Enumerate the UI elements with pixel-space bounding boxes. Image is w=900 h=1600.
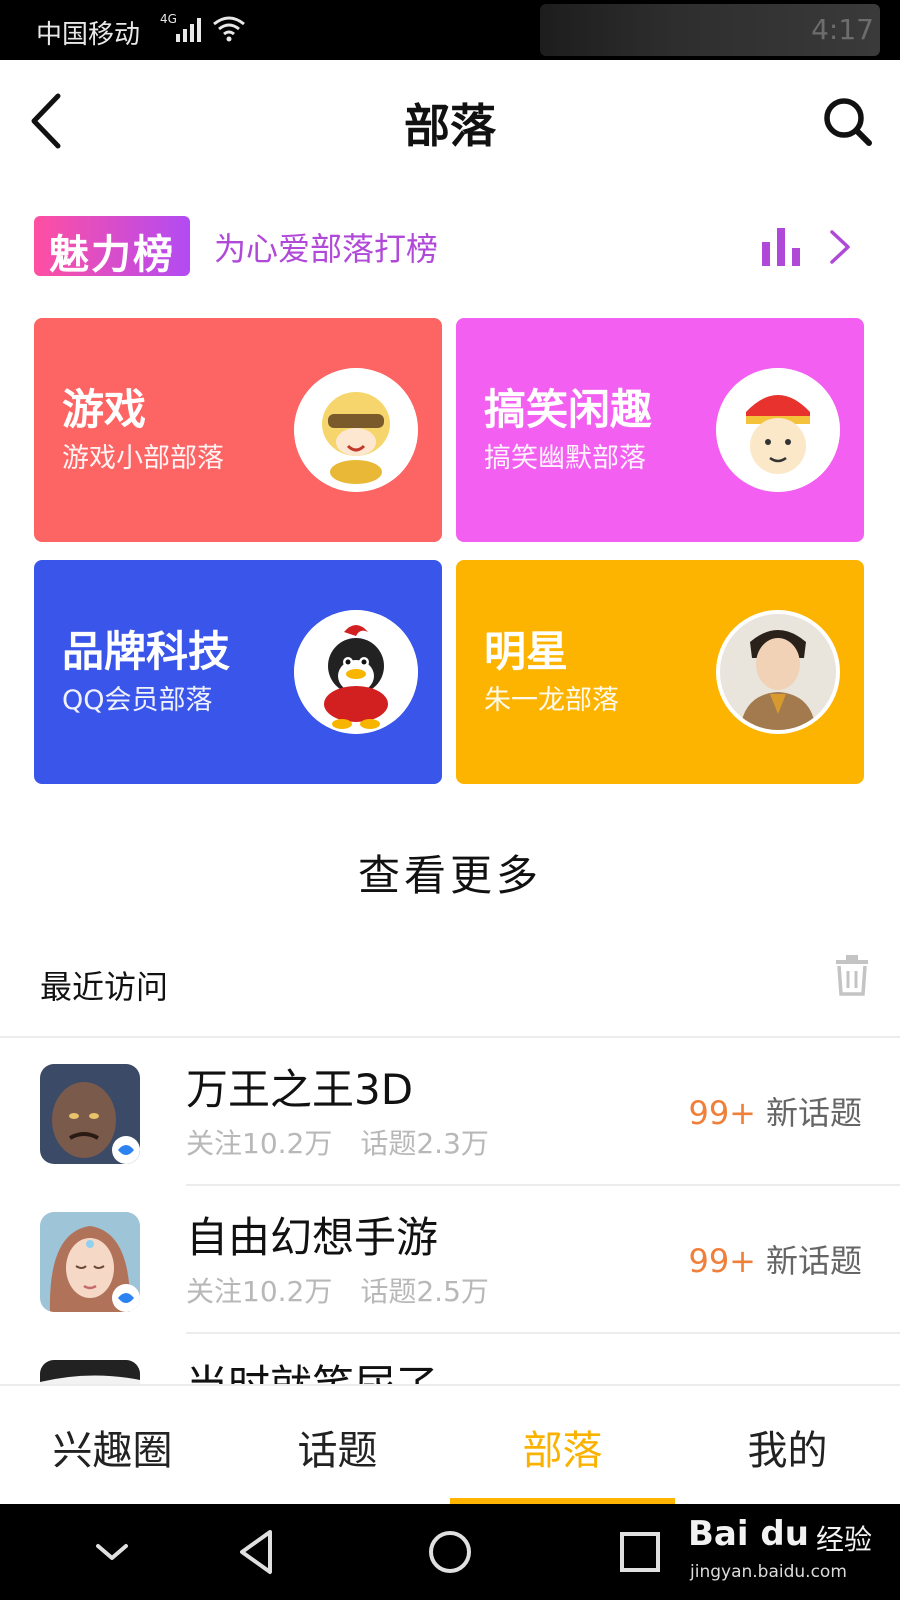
bar-chart-icon <box>762 228 800 266</box>
qq-penguin-avatar <box>294 610 418 734</box>
view-more-button[interactable]: 查看更多 <box>0 842 900 903</box>
new-topics-count: 99+ <box>688 1094 756 1132</box>
page-title: 部落 <box>404 99 496 153</box>
game-thumbnail <box>40 1212 140 1312</box>
network-type: 4G <box>160 12 177 26</box>
tab-tribes[interactable]: 部落 <box>450 1386 675 1510</box>
recents-square-icon[interactable] <box>612 1526 668 1578</box>
new-topics-text: 新话题 <box>765 1094 862 1132</box>
new-topics-text: 新话题 <box>765 1242 862 1280</box>
category-subtitle: 游戏小部部落 <box>62 443 224 474</box>
chevron-down-icon[interactable] <box>84 1526 140 1578</box>
category-title: 明星 <box>484 627 569 676</box>
signal-icon <box>176 16 206 42</box>
item-followers: 关注10.2万 <box>186 1127 333 1160</box>
tab-label: 话题 <box>297 1428 378 1474</box>
category-card-games[interactable]: 游戏 游戏小部部落 <box>34 318 442 542</box>
tab-topics[interactable]: 话题 <box>225 1386 450 1504</box>
new-topics-count: 99+ <box>688 1242 756 1280</box>
tab-label: 部落 <box>522 1428 603 1474</box>
charm-rank-banner[interactable]: 魅力榜 为心爱部落打榜 <box>0 200 900 290</box>
recent-visits-label: 最近访问 <box>40 968 169 1006</box>
anime-girl-avatar <box>294 368 418 492</box>
category-card-celebrity[interactable]: 明星 朱一龙部落 <box>456 560 864 784</box>
celebrity-avatar <box>716 610 840 734</box>
category-title: 品牌科技 <box>62 627 231 676</box>
item-name: 万王之王3D <box>186 1065 414 1114</box>
item-stats: 关注10.2万 话题2.3万 <box>186 1122 489 1162</box>
item-stats: 关注10.2万 话题2.5万 <box>186 1270 489 1310</box>
status-bar: 中国移动 4G 4:17 <box>0 0 900 60</box>
category-subtitle: 搞笑幽默部落 <box>484 443 646 474</box>
chevron-right-icon <box>830 230 850 264</box>
charm-rank-slogan: 为心爱部落打榜 <box>214 230 439 268</box>
trash-icon[interactable] <box>834 954 870 996</box>
baidu-jingyan-watermark: Bai du 经验 jingyan.baidu.com <box>688 1514 888 1594</box>
charm-rank-logo: 魅力榜 <box>34 216 190 278</box>
list-item[interactable]: 万王之王3D 关注10.2万 话题2.3万 99+ 新话题 <box>0 1038 900 1186</box>
watermark-suffix: 经验 <box>816 1523 873 1556</box>
category-subtitle: 朱一龙部落 <box>484 685 619 716</box>
list-item[interactable]: 自由幻想手游 关注10.2万 话题2.5万 99+ 新话题 <box>0 1186 900 1334</box>
category-card-funny[interactable]: 搞笑闲趣 搞笑幽默部落 <box>456 318 864 542</box>
funny-face-avatar <box>716 368 840 492</box>
game-thumbnail <box>40 1064 140 1164</box>
wifi-icon <box>213 16 245 42</box>
home-circle-icon[interactable] <box>422 1526 478 1578</box>
item-topics: 话题2.3万 <box>360 1127 489 1160</box>
bottom-tab-bar: 兴趣圈 话题 部落 我的 <box>0 1384 900 1510</box>
search-icon[interactable] <box>820 94 874 148</box>
system-nav-bar: Bai du 经验 jingyan.baidu.com <box>0 1504 900 1600</box>
category-card-tech[interactable]: 品牌科技 QQ会员部落 <box>34 560 442 784</box>
tab-mine[interactable]: 我的 <box>675 1386 900 1504</box>
tab-interest-circle[interactable]: 兴趣圈 <box>0 1386 225 1504</box>
carrier-name: 中国移动 <box>36 20 141 50</box>
clock: 4:17 <box>811 13 874 46</box>
charm-rank-logo-text: 魅力榜 <box>49 232 175 278</box>
item-name: 自由幻想手游 <box>186 1213 439 1262</box>
category-title: 游戏 <box>62 385 147 434</box>
tab-label: 兴趣圈 <box>52 1428 173 1474</box>
back-triangle-icon[interactable] <box>230 1526 286 1578</box>
category-subtitle: QQ会员部落 <box>62 685 213 716</box>
item-followers: 关注10.2万 <box>186 1275 333 1308</box>
watermark-brand: Bai du <box>688 1514 809 1554</box>
item-topics: 话题2.5万 <box>360 1275 489 1308</box>
new-topics-badge: 99+ 新话题 <box>688 1236 862 1282</box>
header: 部落 <box>0 60 900 184</box>
new-topics-badge: 99+ 新话题 <box>688 1088 862 1134</box>
tab-label: 我的 <box>747 1428 828 1474</box>
category-title: 搞笑闲趣 <box>484 385 653 434</box>
watermark-url: jingyan.baidu.com <box>690 1562 847 1582</box>
